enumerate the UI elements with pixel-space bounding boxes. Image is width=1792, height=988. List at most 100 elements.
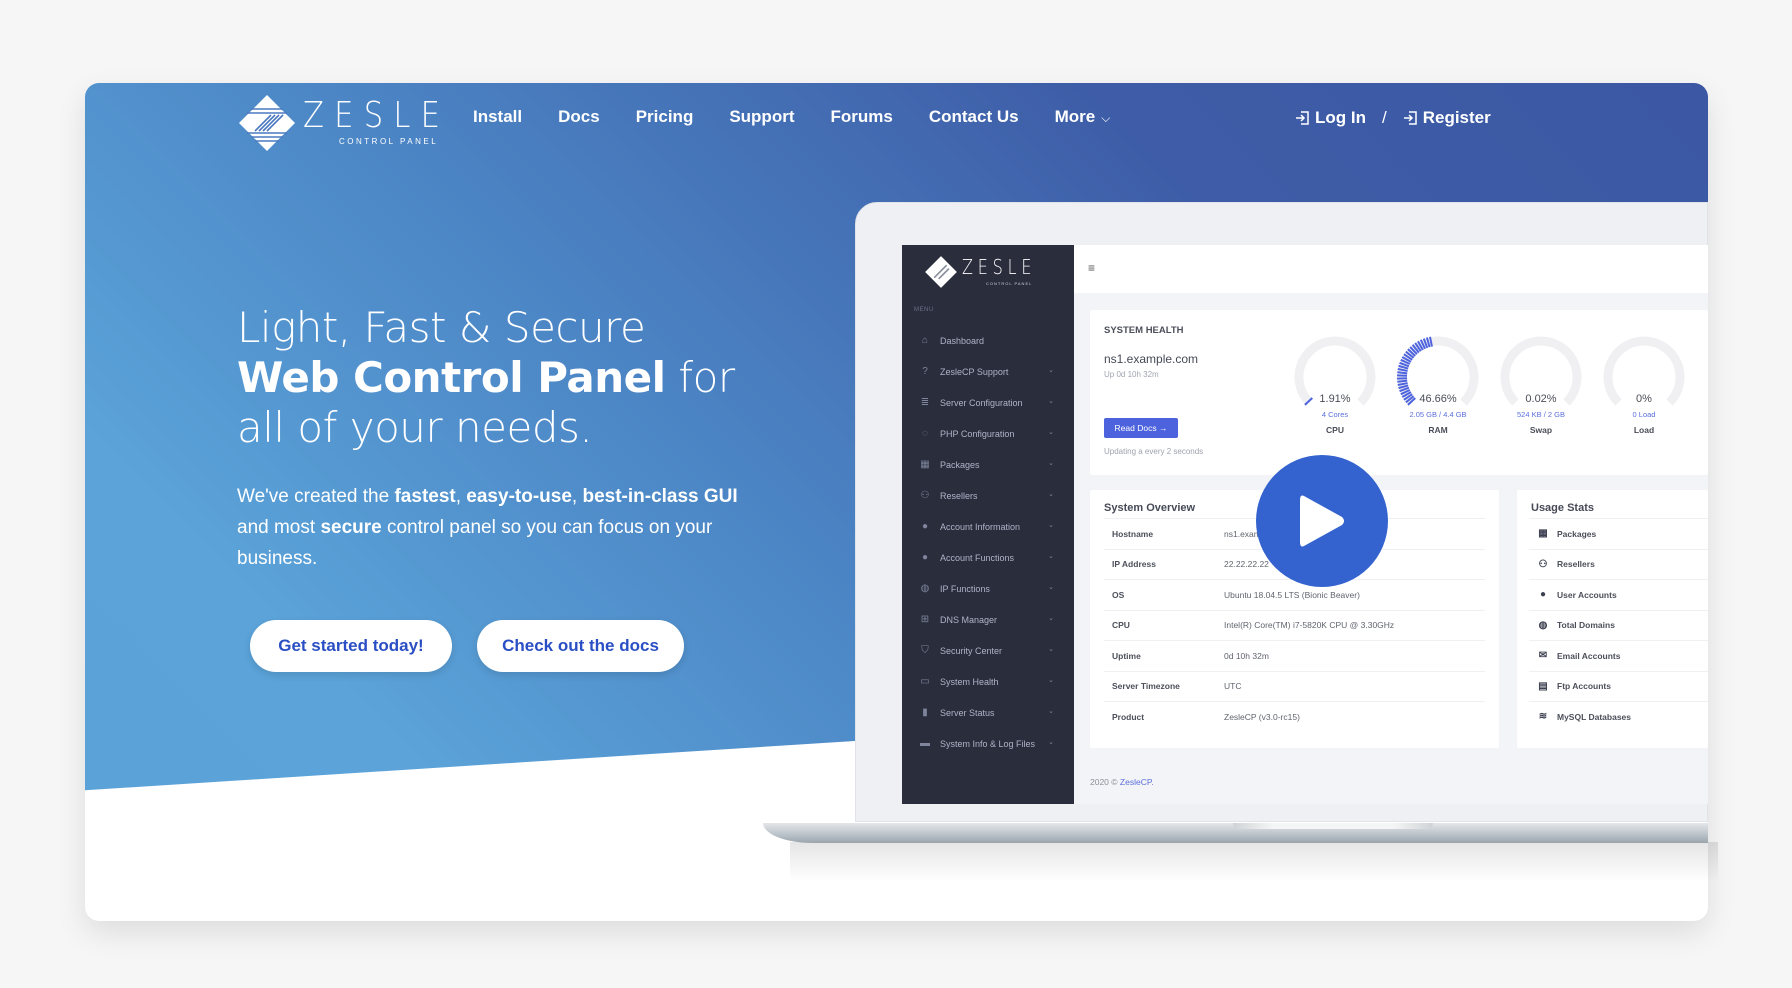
top-nav: ZESLE CONTROL PANEL Install Docs Pricing… bbox=[85, 83, 1708, 153]
php-icon: ◌ bbox=[922, 428, 928, 439]
sidebar-item-label: Account Functions bbox=[940, 552, 1015, 563]
server-status-icon: ▮ bbox=[922, 707, 928, 718]
footer-year: 2020 © bbox=[1090, 777, 1120, 787]
headline-part-1: Light, Fast & Secure bbox=[237, 303, 646, 352]
brand-logo[interactable]: ZESLE CONTROL PANEL bbox=[237, 93, 447, 153]
usage-item[interactable]: ◍ Total Domains bbox=[1529, 609, 1708, 641]
menu-label: MENU bbox=[914, 307, 934, 313]
lead-segment: and most bbox=[237, 517, 321, 538]
auth-separator: / bbox=[1381, 108, 1387, 127]
nav-pricing[interactable]: Pricing bbox=[636, 107, 694, 127]
laptop-notch bbox=[1233, 823, 1433, 829]
folder-icon: ▬ bbox=[920, 738, 930, 749]
chevron-down-icon: ⌄ bbox=[1048, 739, 1054, 746]
row-value: 0d 10h 32m bbox=[1224, 650, 1269, 661]
read-docs-button[interactable]: Read Docs → bbox=[1104, 418, 1178, 438]
sidebar-item[interactable]: ≣ Server Configuration ⌄ bbox=[902, 387, 1074, 418]
row-key: CPU bbox=[1112, 620, 1130, 631]
gauge-sub: 2.05 GB / 4.4 GB bbox=[1409, 410, 1467, 419]
register-label: Register bbox=[1422, 108, 1491, 127]
sidebar-item[interactable]: ▦ Packages ⌄ bbox=[902, 449, 1074, 480]
login-link[interactable]: Log In bbox=[1295, 108, 1366, 128]
sidebar-item[interactable]: ▬ System Info & Log Files ⌄ bbox=[902, 728, 1074, 759]
usage-item[interactable]: ▤ Ftp Accounts bbox=[1529, 670, 1708, 702]
usage-label: User Accounts bbox=[1557, 589, 1617, 600]
lead-segment: best-in-class GUI bbox=[582, 486, 738, 507]
hamburger-icon[interactable]: ≡ bbox=[1088, 261, 1095, 275]
sidebar-brand: ZESLE bbox=[962, 255, 1037, 279]
login-icon bbox=[1296, 111, 1309, 125]
sidebar-item[interactable]: ▮ Server Status ⌄ bbox=[902, 697, 1074, 728]
monitor-icon: ▭ bbox=[920, 676, 930, 687]
usage-item[interactable]: ✉ Email Accounts bbox=[1529, 640, 1708, 671]
table-row: Server Timezone UTC bbox=[1104, 670, 1485, 702]
nav-docs[interactable]: Docs bbox=[558, 107, 600, 127]
chevron-down-icon: ⌄ bbox=[1048, 708, 1054, 715]
chevron-down-icon: ⌄ bbox=[1048, 615, 1054, 622]
usage-label: Ftp Accounts bbox=[1557, 681, 1611, 692]
sidebar-item[interactable]: ⚇ Resellers ⌄ bbox=[902, 480, 1074, 511]
usage-label: Packages bbox=[1557, 528, 1597, 539]
usage-label: Total Domains bbox=[1557, 620, 1615, 631]
user-icon: ● bbox=[1539, 589, 1547, 601]
mail-icon: ✉ bbox=[1538, 650, 1548, 662]
usage-item[interactable]: ⚇ Resellers bbox=[1529, 548, 1708, 580]
sidebar-item-label: System Info & Log Files bbox=[940, 738, 1036, 749]
row-value: ZesleCP (v3.0-rc15) bbox=[1224, 711, 1300, 722]
gauge-load: 0% 0 Load Load bbox=[1599, 335, 1689, 445]
dashboard-footer: 2020 © ZesleCP. bbox=[1090, 777, 1154, 787]
play-video-button[interactable] bbox=[1256, 455, 1388, 587]
row-key: Uptime bbox=[1112, 650, 1141, 661]
nav-support[interactable]: Support bbox=[729, 107, 794, 127]
lead-segment: , bbox=[571, 486, 583, 507]
sidebar-item[interactable]: ? ZesleCP Support ⌄ bbox=[902, 356, 1074, 387]
usage-item[interactable]: ● User Accounts bbox=[1529, 579, 1708, 610]
sidebar-item[interactable]: ⊞ DNS Manager ⌄ bbox=[902, 604, 1074, 635]
sidebar-item[interactable]: ⌂ Dashboard bbox=[902, 325, 1074, 356]
sidebar-menu: ⌂ Dashboard? ZesleCP Support ⌄ ≣ Server Confi… bbox=[902, 325, 1074, 759]
nav-forums[interactable]: Forums bbox=[830, 107, 892, 127]
gauge-arc bbox=[1294, 336, 1376, 406]
gauge-tick bbox=[1397, 379, 1408, 383]
gauge-arc bbox=[1603, 336, 1685, 406]
sidebar-item[interactable]: ● Account Functions ⌄ bbox=[902, 542, 1074, 573]
chevron-down-icon: ⌄ bbox=[1048, 522, 1054, 529]
usage-item[interactable]: ≋ MySQL Databases bbox=[1529, 701, 1708, 732]
lead-segment: easy-to-use bbox=[466, 486, 572, 507]
footer-link[interactable]: ZesleCP. bbox=[1120, 777, 1154, 787]
chevron-down-icon: ⌄ bbox=[1048, 398, 1054, 405]
sidebar-item[interactable]: ◍ IP Functions ⌄ bbox=[902, 573, 1074, 604]
row-value: 22.22.22.22 bbox=[1224, 559, 1269, 570]
docs-button[interactable]: Check out the docs bbox=[477, 620, 684, 672]
usage-list: ▦ Packages ⚇ Resellers ● User Accounts ◍ Total … bbox=[1529, 518, 1708, 732]
usage-title: Usage Stats bbox=[1531, 502, 1594, 514]
nav-links: Install Docs Pricing Support Forums Cont… bbox=[473, 107, 1146, 127]
sidebar-item-label: DNS Manager bbox=[940, 614, 998, 625]
nav-more[interactable]: More ⌵ bbox=[1055, 107, 1111, 127]
globe-icon: ◍ bbox=[1538, 619, 1548, 631]
sidebar-item-label: Resellers bbox=[940, 490, 978, 501]
nav-install[interactable]: Install bbox=[473, 107, 522, 127]
nav-contact[interactable]: Contact Us bbox=[929, 107, 1019, 127]
gauge-value: 46.66% bbox=[1419, 393, 1457, 405]
sidebar-item[interactable]: ◌ PHP Configuration ⌄ bbox=[902, 418, 1074, 449]
usage-item[interactable]: ▦ Packages bbox=[1529, 518, 1708, 549]
row-key: Server Timezone bbox=[1112, 681, 1180, 692]
row-value: UTC bbox=[1224, 681, 1242, 692]
sidebar-item[interactable]: ▭ System Health ⌄ bbox=[902, 666, 1074, 697]
register-link[interactable]: Register bbox=[1403, 108, 1491, 128]
sidebar-item[interactable]: ● Account Information ⌄ bbox=[902, 511, 1074, 542]
gauge-label: RAM bbox=[1428, 425, 1448, 435]
gauge-cpu: 1.91% 4 Cores CPU bbox=[1290, 335, 1380, 445]
gauge-value: 0% bbox=[1636, 393, 1652, 405]
chevron-down-icon: ⌄ bbox=[1048, 646, 1054, 653]
hero-lead: We've created the fastest, easy-to-use, … bbox=[237, 481, 757, 574]
sidebar-item-label: System Health bbox=[940, 676, 999, 687]
sidebar-item-label: Security Center bbox=[940, 645, 1003, 656]
sidebar-item[interactable]: ⛉ Security Center ⌄ bbox=[902, 635, 1074, 666]
health-title: SYSTEM HEALTH bbox=[1104, 325, 1184, 336]
get-started-button[interactable]: Get started today! bbox=[250, 620, 452, 672]
gauge-value: 0.02% bbox=[1525, 393, 1557, 405]
register-icon bbox=[1403, 111, 1417, 125]
usage-label: Resellers bbox=[1557, 559, 1595, 570]
